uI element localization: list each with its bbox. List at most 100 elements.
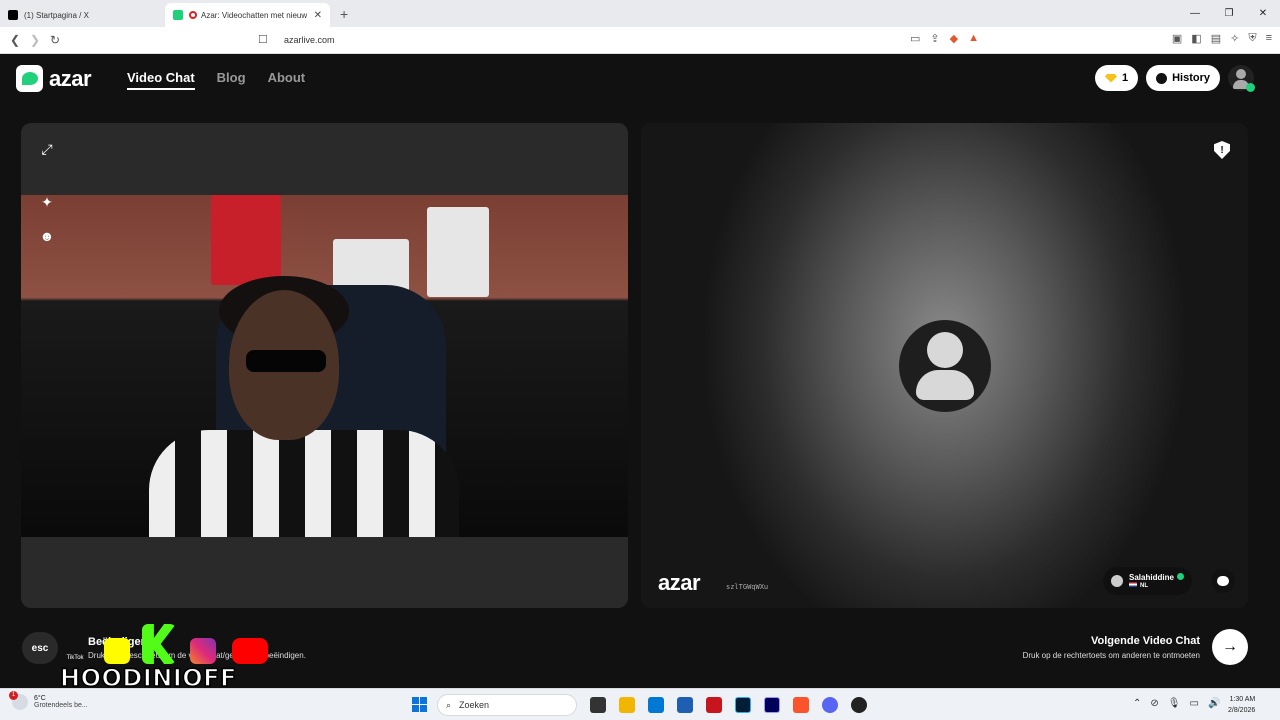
vpn-icon[interactable]: ⛨ bbox=[1248, 32, 1256, 45]
wallet-icon[interactable]: ▣ bbox=[1172, 32, 1182, 45]
extension-icons: ▭ ⇪ ◆ ▲ bbox=[910, 32, 979, 45]
local-video-panel: ⤢ ✦ ☻ bbox=[21, 123, 628, 608]
profile-avatar[interactable] bbox=[1228, 65, 1255, 92]
microphone-icon[interactable]: 🎙 bbox=[1168, 698, 1181, 709]
local-camera-feed bbox=[21, 195, 628, 537]
browser-tab-bar: (1) Startpagina / X Azar: Videochatten m… bbox=[0, 0, 1280, 27]
back-button[interactable]: ❮ bbox=[5, 33, 25, 47]
close-window-button[interactable]: ✕ bbox=[1246, 8, 1280, 19]
volume-icon[interactable]: 🔊 bbox=[1208, 698, 1220, 709]
menu-icon[interactable]: ≡ bbox=[1266, 32, 1272, 45]
time: 1:30 AM bbox=[1229, 696, 1256, 703]
user-avatar-icon bbox=[1111, 575, 1123, 587]
network-icon[interactable]: ⊘ bbox=[1150, 698, 1158, 709]
search-placeholder: Zoeken bbox=[459, 700, 490, 710]
weather-text: Grotendeels be... bbox=[34, 702, 88, 709]
restore-button[interactable]: ❐ bbox=[1212, 8, 1246, 19]
main-nav: Video Chat Blog About bbox=[127, 70, 305, 90]
file-explorer-icon[interactable] bbox=[619, 697, 635, 713]
next-chat-button[interactable]: → bbox=[1212, 629, 1248, 665]
remote-user-chip[interactable]: Salahiddine NL bbox=[1103, 567, 1192, 595]
streamer bbox=[149, 276, 459, 537]
no-fart-zone-sign bbox=[427, 207, 489, 297]
nav-video-chat[interactable]: Video Chat bbox=[127, 70, 195, 90]
history-button[interactable]: History bbox=[1146, 65, 1220, 91]
azar-logo-icon bbox=[16, 65, 43, 92]
display-icon[interactable]: ▭ bbox=[1189, 698, 1198, 709]
logo-text: azar bbox=[49, 65, 92, 91]
verified-icon bbox=[1176, 573, 1184, 580]
bookmark-icon[interactable]: ☐ bbox=[258, 33, 268, 46]
taskbar-clock[interactable]: 1:30 AM 2/8/2026 bbox=[1228, 694, 1255, 716]
obs-icon[interactable] bbox=[851, 697, 867, 713]
date: 2/8/2026 bbox=[1228, 707, 1256, 714]
nav-about[interactable]: About bbox=[268, 70, 306, 90]
discord-icon[interactable] bbox=[822, 697, 838, 713]
task-view-icon[interactable] bbox=[590, 697, 606, 713]
header-actions: 1 History bbox=[1094, 65, 1255, 92]
esc-button[interactable]: esc bbox=[22, 632, 58, 664]
new-tab-button[interactable]: + bbox=[340, 6, 348, 22]
watermark-code: szlTGWqWXu bbox=[726, 583, 769, 591]
stream-social-overlay: TikTok HOODINIOFF bbox=[59, 624, 280, 694]
minimize-button[interactable]: — bbox=[1178, 8, 1212, 19]
clock-icon bbox=[1156, 72, 1168, 84]
channel-name: HOODINIOFF bbox=[59, 663, 237, 693]
system-tray: ⌃ ⊘ 🎙 ▭ 🔊 bbox=[1133, 698, 1220, 709]
window-controls: — ❐ ✕ bbox=[1178, 0, 1280, 27]
store-icon[interactable] bbox=[648, 697, 664, 713]
arrow-right-icon: → bbox=[1222, 638, 1238, 655]
tab-azar[interactable]: Azar: Videochatten met nieuw ✕ bbox=[165, 3, 330, 27]
sidebar-icon[interactable]: ◧ bbox=[1191, 32, 1201, 45]
tiktok-label: TikTok bbox=[66, 655, 84, 661]
azar-watermark: azar bbox=[658, 570, 701, 595]
next-title: Volgende Video Chat bbox=[1091, 635, 1200, 647]
reload-button[interactable]: ↻ bbox=[45, 33, 65, 47]
weather-widget[interactable]: 1 6°C Grotendeels be... bbox=[9, 691, 88, 710]
tab-x[interactable]: (1) Startpagina / X bbox=[0, 3, 165, 27]
effects-wand-icon[interactable]: ✦ bbox=[33, 188, 61, 216]
next-hint: Druk op de rechtertoets om anderen te on… bbox=[1022, 651, 1200, 660]
brave-rewards-icon[interactable]: ▲ bbox=[968, 32, 979, 45]
remote-username: Salahiddine bbox=[1129, 573, 1174, 582]
expand-icon[interactable]: ⤢ bbox=[33, 135, 61, 163]
tab-title: Azar: Videochatten met nieuw bbox=[201, 10, 308, 20]
taskbar-search[interactable]: ⌕ Zoeken bbox=[437, 694, 577, 716]
premiere-icon[interactable] bbox=[764, 697, 780, 713]
azar-logo[interactable]: azar bbox=[16, 65, 92, 92]
gem-icon bbox=[1104, 73, 1117, 83]
tabs-icon[interactable]: ▤ bbox=[1211, 32, 1221, 45]
remote-user-placeholder-avatar bbox=[899, 320, 991, 412]
brave-shield-icon[interactable]: ◆ bbox=[950, 32, 958, 45]
online-indicator bbox=[1246, 83, 1255, 92]
azar-page: azar Video Chat Blog About 1 History ⤢ ✦… bbox=[0, 54, 1280, 688]
address-bar: ❮ ❯ ↻ ☐ azarlive.com ▭ ⇪ ◆ ▲ ▣ ◧ ▤ ✧ ⛨ ≡ bbox=[0, 27, 1280, 54]
weather-badge: 1 bbox=[9, 691, 18, 700]
site-header: azar Video Chat Blog About 1 History bbox=[0, 54, 1268, 102]
url-field[interactable]: azarlive.com bbox=[284, 35, 335, 45]
tray-expand-icon[interactable]: ⌃ bbox=[1133, 698, 1141, 709]
tab-title: (1) Startpagina / X bbox=[24, 10, 89, 20]
share-icon[interactable]: ⇪ bbox=[930, 32, 939, 45]
photoshop-icon[interactable] bbox=[735, 697, 751, 713]
edge-icon[interactable] bbox=[677, 697, 693, 713]
chat-button[interactable] bbox=[1211, 569, 1235, 593]
instagram-icon bbox=[190, 638, 216, 664]
brave-icon[interactable] bbox=[793, 697, 809, 713]
recording-icon bbox=[189, 11, 197, 19]
weather-icon: 1 bbox=[9, 691, 28, 710]
gems-button[interactable]: 1 bbox=[1094, 65, 1139, 91]
tiktok-icon: TikTok bbox=[62, 638, 88, 664]
face-filter-icon[interactable]: ☻ bbox=[33, 222, 61, 250]
windows-start-icon[interactable] bbox=[412, 697, 427, 712]
cast-icon[interactable]: ▭ bbox=[910, 32, 920, 45]
close-tab-icon[interactable]: ✕ bbox=[314, 10, 322, 21]
kick-icon bbox=[142, 624, 176, 664]
search-icon: ⌕ bbox=[446, 699, 452, 710]
report-shield-icon[interactable]: ! bbox=[1214, 141, 1230, 159]
nav-blog[interactable]: Blog bbox=[217, 70, 246, 90]
leo-ai-icon[interactable]: ✧ bbox=[1230, 32, 1239, 45]
acrobat-icon[interactable] bbox=[706, 697, 722, 713]
forward-button[interactable]: ❯ bbox=[25, 33, 45, 47]
gem-count: 1 bbox=[1121, 72, 1129, 84]
